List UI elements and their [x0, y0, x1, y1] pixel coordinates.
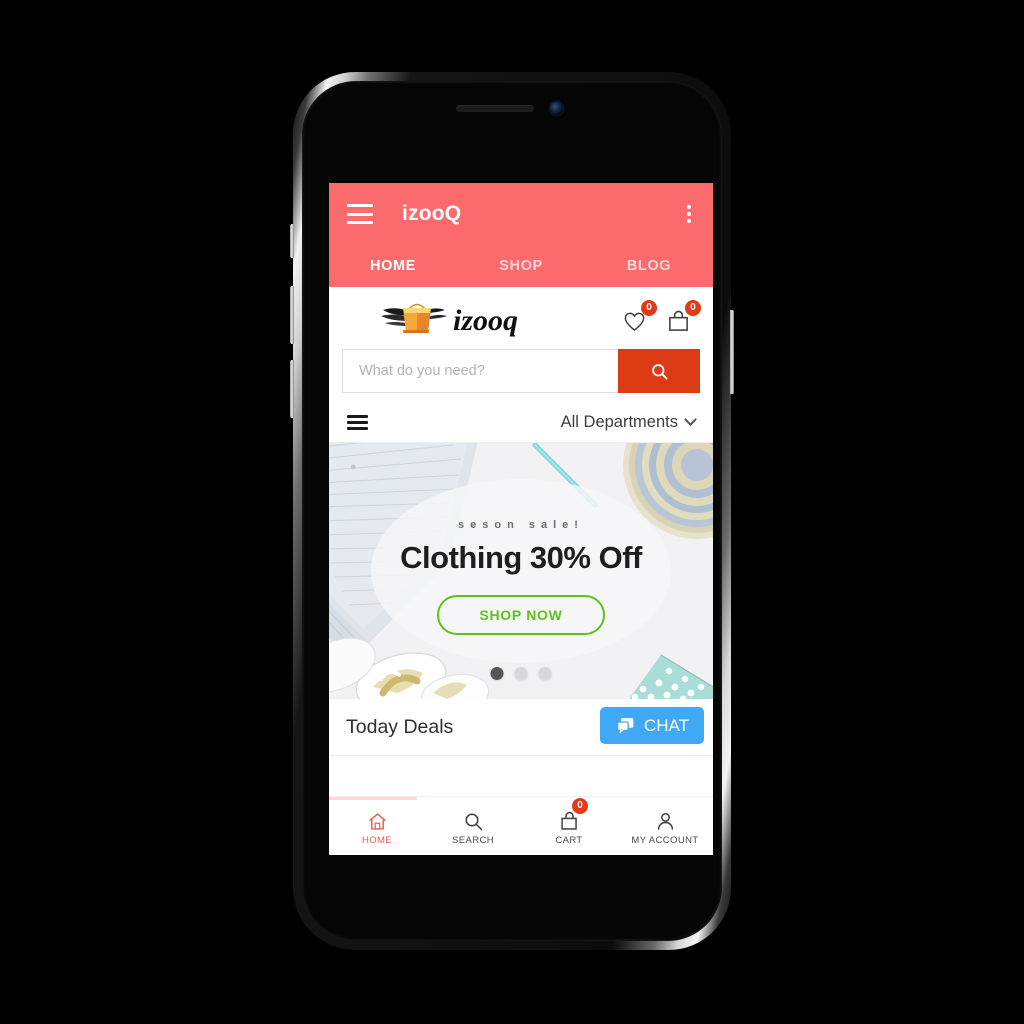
chat-button[interactable]: CHAT	[599, 707, 704, 744]
phone-device-frame: izooQ HOME SHOP BLOG izooq 0 0 What do y…	[290, 72, 734, 950]
carousel-dot-2[interactable]	[514, 667, 528, 680]
app-bar-top-row: izooQ	[329, 183, 713, 245]
search-input[interactable]	[342, 349, 618, 393]
search-icon	[463, 810, 484, 832]
chevron-down-icon	[684, 413, 697, 427]
bottom-navigation-bar: HOME SEARCH 0 CART MY ACCOUNT	[329, 796, 713, 855]
nav-label-search: SEARCH	[452, 835, 494, 846]
cart-button[interactable]: 0	[667, 300, 701, 333]
tab-blog[interactable]: BLOG	[585, 245, 713, 287]
logo-row: izooq 0 0	[329, 287, 713, 349]
tab-shop[interactable]: SHOP	[457, 245, 585, 287]
carousel-dots	[490, 667, 552, 680]
winged-shopping-bag-icon: izooq	[381, 303, 518, 337]
hero-content: seson sale! Clothing 30% Off SHOP NOW	[329, 443, 713, 699]
cart-nav-badge: 0	[572, 798, 588, 814]
kebab-menu-icon[interactable]	[687, 205, 691, 223]
nav-item-my-account[interactable]: MY ACCOUNT	[617, 797, 713, 855]
wishlist-button[interactable]: 0	[623, 300, 657, 333]
departments-menu-icon[interactable]	[347, 415, 368, 430]
hero-kicker: seson sale!	[458, 519, 584, 531]
carousel-dot-1[interactable]	[490, 667, 504, 680]
hero-carousel[interactable]: seson sale! Clothing 30% Off SHOP NOW	[329, 443, 713, 699]
all-departments-dropdown[interactable]: All Departments	[560, 413, 697, 432]
shop-now-button[interactable]: SHOP NOW	[437, 595, 605, 635]
chat-bubble-icon	[616, 718, 634, 734]
search-submit-button[interactable]	[618, 349, 700, 393]
today-deals-title: Today Deals	[346, 715, 454, 738]
top-tab-bar: HOME SHOP BLOG	[329, 245, 713, 287]
user-icon	[655, 810, 676, 832]
tab-home[interactable]: HOME	[329, 245, 457, 287]
earpiece-speaker	[456, 105, 534, 112]
power-button[interactable]	[730, 310, 734, 394]
brand-logo[interactable]: izooq	[379, 296, 539, 340]
search-icon	[651, 363, 668, 380]
front-camera	[550, 102, 563, 115]
app-screen: izooQ HOME SHOP BLOG izooq 0 0 What do y…	[329, 183, 713, 855]
hero-title: Clothing 30% Off	[400, 540, 642, 575]
hamburger-menu-icon[interactable]	[347, 204, 373, 224]
departments-row: All Departments	[329, 403, 713, 443]
volume-up-button[interactable]	[290, 286, 294, 344]
all-departments-label: All Departments	[560, 413, 678, 431]
wishlist-badge: 0	[641, 300, 657, 316]
cart-badge: 0	[685, 300, 701, 316]
search-row	[329, 349, 713, 403]
chat-button-label: CHAT	[643, 715, 689, 735]
carousel-dot-3[interactable]	[538, 667, 552, 680]
brand-wordmark: izooq	[453, 304, 518, 337]
nav-item-search[interactable]: SEARCH	[425, 797, 521, 855]
home-icon	[367, 810, 388, 832]
silent-switch[interactable]	[290, 224, 294, 258]
nav-label-home: HOME	[361, 835, 393, 846]
nav-item-cart[interactable]: 0 CART	[521, 797, 617, 855]
nav-label-cart: CART	[555, 835, 583, 846]
app-bar: izooQ HOME SHOP BLOG	[329, 183, 713, 287]
today-deals-section: Today Deals CHAT	[329, 699, 713, 756]
phone-screen-bezel: izooQ HOME SHOP BLOG izooq 0 0 What do y…	[302, 81, 722, 941]
volume-down-button[interactable]	[290, 360, 294, 418]
header-icon-group: 0 0	[623, 300, 701, 333]
app-title: izooQ	[402, 202, 462, 225]
nav-item-home[interactable]: HOME	[329, 797, 425, 855]
nav-label-my-account: MY ACCOUNT	[631, 835, 699, 846]
